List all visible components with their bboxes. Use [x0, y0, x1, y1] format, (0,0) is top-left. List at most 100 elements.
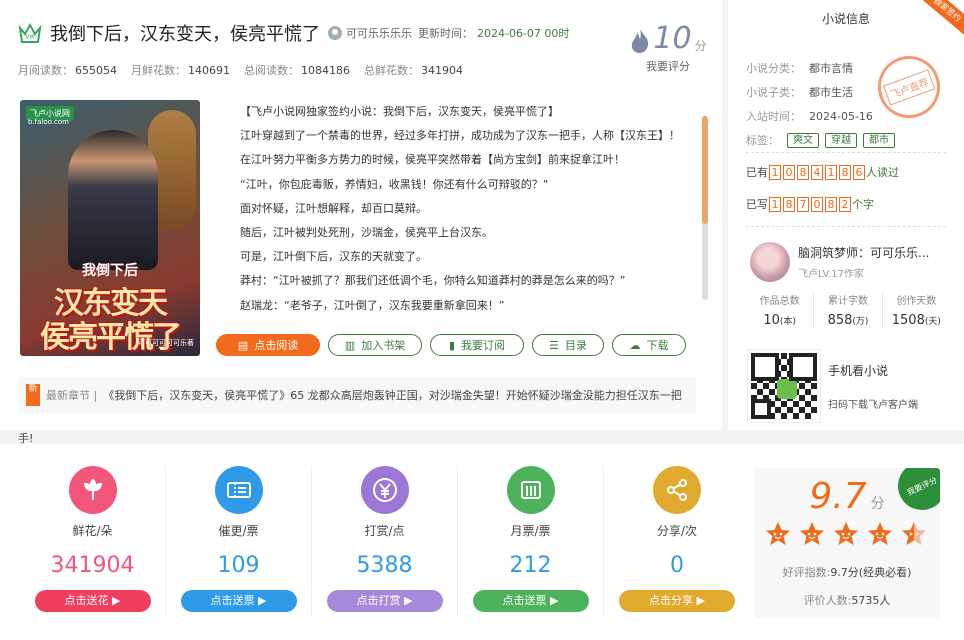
share-count: 0: [670, 553, 684, 578]
stat-monthly-reads: 月阅读数： 655054: [18, 64, 117, 77]
title-row: VIP 我倒下后，汉东变天，侯亮平慌了 可可乐乐乐乐 更新时间： 2024-06…: [18, 20, 569, 46]
author-level: 飞卢LV.17作家: [798, 269, 864, 280]
intro-line: 面对怀疑，江叶想解释，却百口莫辩。: [240, 201, 427, 215]
intro-line: 江叶穿越到了一个禁毒的世界，经过多年打拼，成功成为了汉东一把手，人称【汉东王】！: [240, 129, 680, 143]
send-monthly-ticket-button[interactable]: 点击送票 ▶: [472, 590, 589, 612]
bookmark-icon: ▮: [448, 338, 456, 352]
stat-total-reads: 总阅读数： 1084186: [244, 64, 350, 77]
mobile-title: 手机看小说: [828, 364, 889, 378]
author-name-link[interactable]: 可可乐乐乐乐: [346, 25, 412, 41]
star-icon[interactable]: [764, 520, 792, 548]
book-intro: 【飞卢小说网独家签约小说：我倒下后，汉东变天，侯亮平慌了】 江叶穿越到了一个禁毒…: [240, 104, 688, 322]
tag[interactable]: 都市: [863, 132, 895, 148]
intro-line: 随后，江叶被判处死刑，沙瑞金，侯亮平上台汉东。: [240, 225, 493, 239]
rating-score: 9.7: [809, 476, 867, 517]
cover-url: b.faloo.com: [28, 118, 69, 126]
monthly-ticket-icon: [506, 466, 555, 514]
book-icon: ▤: [237, 338, 249, 352]
shelf-icon: ▥: [344, 338, 356, 352]
rate-button[interactable]: 我要评分: [628, 58, 708, 74]
tip-count: 5388: [356, 553, 413, 578]
cloud-download-icon: ☁: [629, 338, 641, 352]
send-flower-button[interactable]: 点击送花 ▶: [34, 590, 151, 612]
catalog-button[interactable]: ☰ 目录: [532, 334, 604, 356]
intro-line: 莽村：“江叶被抓了？那我们还低调个毛，你特么知道莽村的莽是怎么来的吗？”: [240, 274, 626, 288]
rating-index: 好评指数:9.7分(经典必看): [782, 566, 912, 579]
star-icon[interactable]: [866, 520, 894, 548]
rating-box: 我要评分 9.7 分 好评指数:9.7分(经典必看) 评价人数:5735人: [754, 468, 940, 618]
book-main-card: VIP 我倒下后，汉东变天，侯亮平慌了 可可乐乐乐乐 更新时间： 2024-06…: [0, 0, 722, 430]
latest-chapter-link[interactable]: 《我倒下后，汉东变天，侯亮平慌了》65 龙都众高层炮轰钟正国，对沙瑞金失望！开始…: [103, 387, 682, 403]
tag[interactable]: 穿越: [825, 132, 857, 148]
action-share: 分享/次 0 点击分享 ▶: [604, 466, 750, 616]
flower-count: 341904: [50, 553, 135, 578]
intro-line: 【飞卢小说网独家签约小说：我倒下后，汉东变天，侯亮平慌了】: [240, 105, 559, 118]
cover-author: 可可可可可可乐著: [138, 339, 194, 347]
qr-code: [747, 349, 821, 423]
read-button[interactable]: ▤ 点击阅读: [216, 334, 320, 356]
update-time: 2024-06-07 00时: [477, 27, 570, 40]
book-cover[interactable]: 飞卢小说网 b.faloo.com 我倒下后 汉东变天 侯亮平慌了 可可可可可可…: [20, 100, 200, 356]
add-shelf-button[interactable]: ▥ 加入书架: [328, 334, 422, 356]
cover-title-line1: 我倒下后: [82, 263, 138, 279]
intro-line: 在江叶努力平衡多方势力的时候，侯亮平突然带着【尚方宝剑】前来捉拿江叶！: [240, 153, 625, 167]
ticket-icon: [214, 466, 263, 514]
flame-icon: [632, 29, 649, 53]
yuan-icon: [360, 466, 409, 514]
urge-count: 109: [217, 553, 260, 578]
entry-date: 2024-05-16: [809, 109, 873, 123]
author-icon: [328, 26, 342, 40]
star-icon[interactable]: [798, 520, 826, 548]
vip-icon: VIP: [18, 22, 42, 43]
flower-icon: [68, 466, 117, 514]
intro-line: 赵瑞龙：“老爷子，江叶倒了，汉东我要重新拿回来！”: [240, 298, 505, 312]
avatar[interactable]: [750, 242, 790, 282]
read-count: 已有 1084186 人读过: [746, 164, 899, 180]
intro-scrollbar[interactable]: [702, 116, 708, 300]
stat-total-flowers: 总鲜花数： 341904: [364, 64, 463, 77]
action-buttons: ▤ 点击阅读 ▥ 加入书架 ▮ 我要订阅 ☰ 目录 ☁ 下载: [216, 334, 694, 356]
stat-monthly-flowers: 月鲜花数： 140691: [131, 64, 230, 77]
info-title: 小说信息: [821, 12, 870, 26]
cover-title-line3: 侯亮平慌了: [40, 320, 182, 355]
list-icon: ☰: [549, 338, 559, 352]
update-label: 更新时间：: [418, 27, 473, 40]
monthly-ticket-count: 212: [509, 553, 552, 578]
book-title: 我倒下后，汉东变天，侯亮平慌了: [50, 24, 320, 45]
author-name[interactable]: 脑洞筑梦师：可可乐乐...: [798, 244, 929, 261]
action-urge: 催更/票 109 点击送票 ▶: [166, 466, 312, 616]
download-button[interactable]: ☁ 下载: [612, 334, 686, 356]
info-lines: 小说分类： 都市言情 小说子类： 都市生活 入站时间： 2024-05-16 标签： …: [746, 56, 901, 152]
svg-text:VIP: VIP: [25, 34, 35, 41]
action-tip: 打赏/点 5388 点击打赏 ▶: [312, 466, 458, 616]
category-link[interactable]: 都市言情: [809, 60, 853, 76]
intro-line: “江叶，你包庇毒贩，养情妇，收黑钱！你还有什么可辩驳的？”: [240, 177, 549, 191]
score-unit: 分: [694, 39, 707, 53]
action-monthly-ticket: 月票/票 212 点击送票 ▶: [458, 466, 604, 616]
share-icon: [653, 466, 701, 514]
send-urge-ticket-button[interactable]: 点击送票 ▶: [180, 590, 297, 612]
star-icon[interactable]: [832, 520, 860, 548]
author-card[interactable]: 脑洞筑梦师：可可乐乐... 飞卢LV.17作家: [750, 242, 929, 282]
subscribe-button[interactable]: ▮ 我要订阅: [430, 334, 524, 356]
action-flower: 鲜花/朵 341904 点击送花 ▶: [20, 466, 166, 616]
latest-chapter[interactable]: 新 最新章节 | 《我倒下后，汉东变天，侯亮平慌了》65 龙都众高层炮轰钟正国，…: [18, 377, 696, 413]
subcategory-link[interactable]: 都市生活: [809, 84, 853, 100]
share-button[interactable]: 点击分享 ▶: [619, 590, 735, 612]
novel-info-card: 小说信息 独家签约 飞卢直荐 小说分类： 都市言情 小说子类： 都市生活 入站时间：…: [728, 0, 964, 430]
rating-stars[interactable]: [764, 520, 934, 548]
new-badge: 新: [26, 384, 40, 406]
author-stats: 作品总数 10(本) 累计字数 858(万) 创作天数 1508(天): [746, 292, 950, 328]
rate-widget[interactable]: 10 分 我要评分: [628, 24, 708, 74]
rating-count: 评价人数:5735人: [803, 594, 891, 607]
tip-button[interactable]: 点击打赏 ▶: [326, 590, 443, 612]
mobile-subtitle: 扫码下载飞卢客户端: [828, 400, 918, 411]
latest-label: 最新章节 |: [46, 389, 98, 402]
tag[interactable]: 爽文: [787, 132, 819, 148]
word-count: 已写 187082 个字: [746, 196, 874, 212]
scrollbar-thumb[interactable]: [702, 116, 708, 224]
half-star-icon[interactable]: [900, 520, 928, 548]
score-value: 10: [653, 21, 692, 56]
intro-line: 可是，江叶倒下后，汉东的天就变了。: [240, 250, 427, 264]
stats-row: 月阅读数： 655054 月鲜花数： 140691 总阅读数： 1084186 总鲜花…: [18, 62, 477, 78]
